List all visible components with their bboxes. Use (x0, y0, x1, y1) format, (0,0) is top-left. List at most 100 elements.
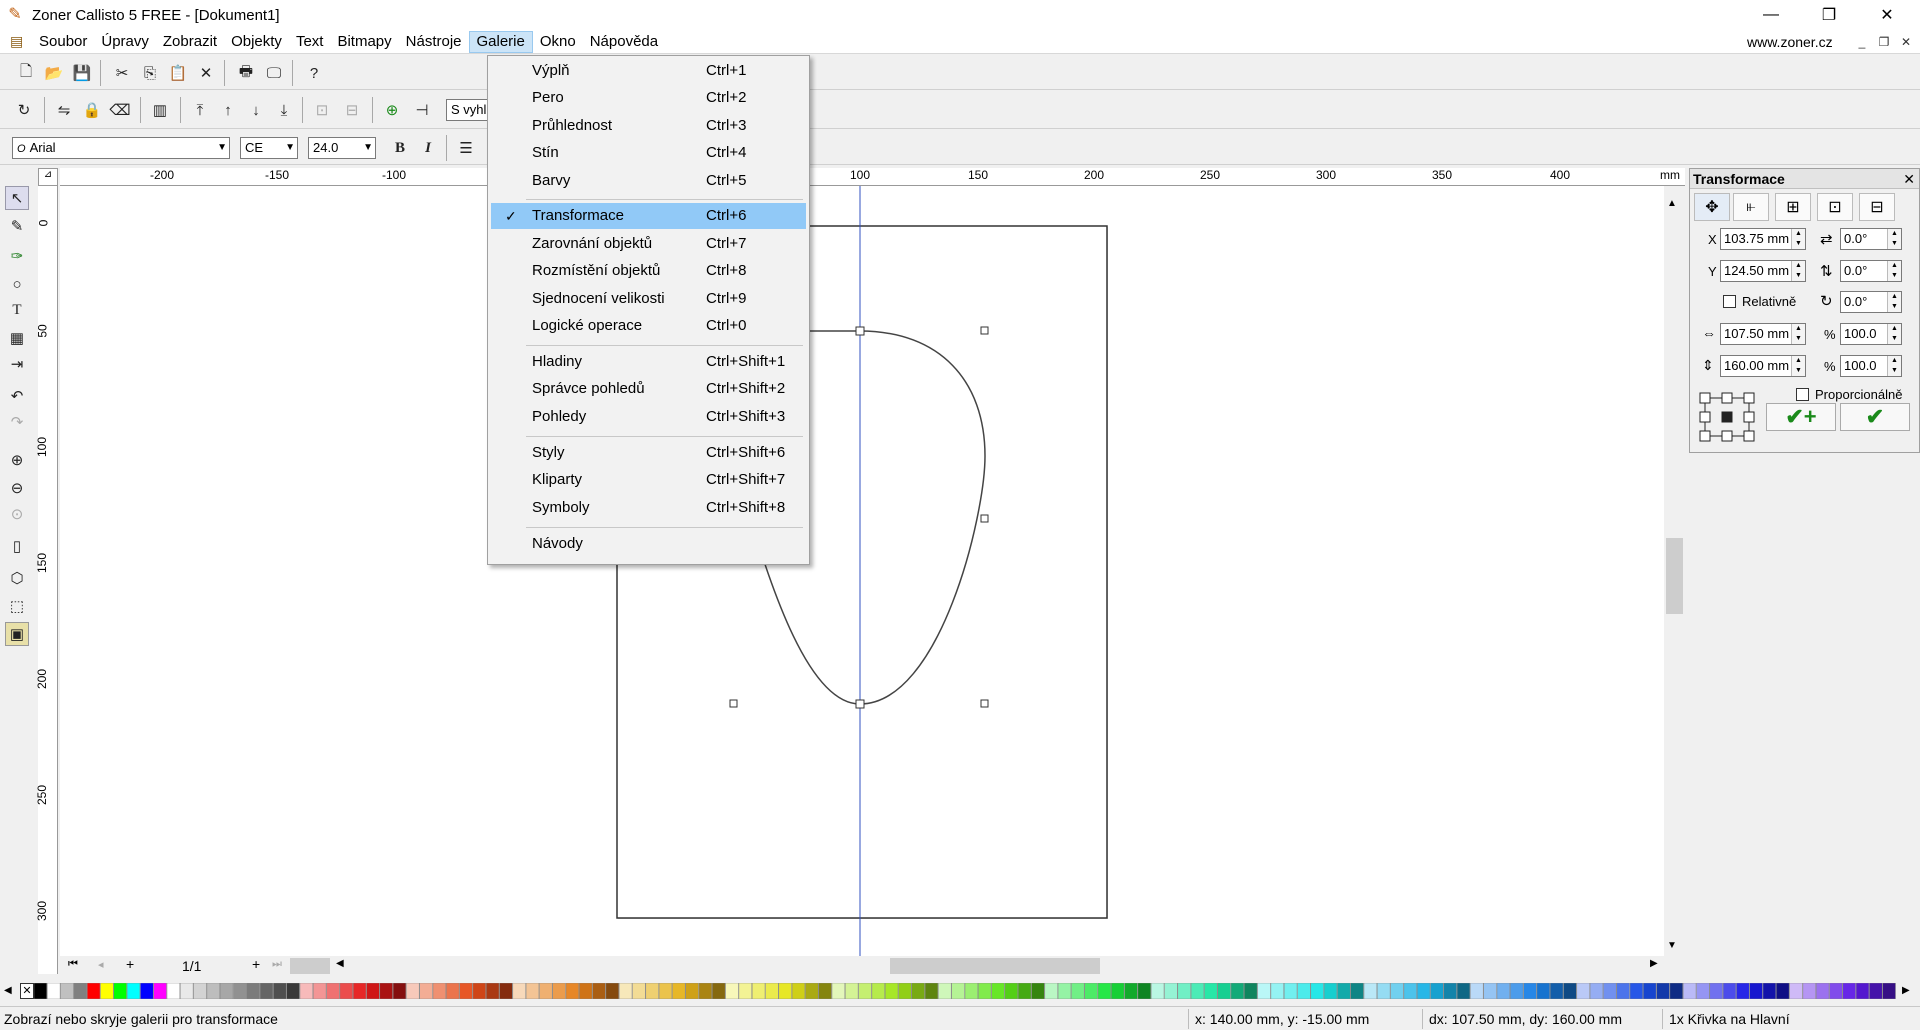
color-swatch[interactable] (313, 983, 327, 999)
mdi-restore-button[interactable]: ❐ (1874, 33, 1894, 51)
color-swatch[interactable] (1842, 983, 1856, 999)
color-swatch[interactable] (472, 983, 486, 999)
color-swatch[interactable] (1829, 983, 1843, 999)
color-swatch[interactable] (140, 983, 154, 999)
color-swatch[interactable] (672, 983, 686, 999)
menu-galerie[interactable]: Galerie (468, 30, 533, 53)
eraser-icon[interactable]: ⌫ (108, 98, 132, 122)
color-swatch[interactable] (1470, 983, 1484, 999)
color-swatch[interactable] (1017, 983, 1032, 999)
color-swatch[interactable] (286, 983, 300, 999)
add-page-icon[interactable]: + (126, 956, 134, 972)
relative-checkbox[interactable] (1723, 295, 1736, 308)
color-swatch[interactable] (1709, 983, 1723, 999)
color-swatch[interactable] (1536, 983, 1550, 999)
color-swatch[interactable] (1403, 983, 1417, 999)
color-swatch[interactable] (778, 983, 792, 999)
color-swatch[interactable] (485, 983, 500, 999)
color-swatch[interactable] (1603, 983, 1617, 999)
ellipse-icon[interactable]: ○ (5, 272, 29, 296)
color-swatch[interactable] (765, 983, 779, 999)
color-swatch[interactable] (299, 983, 314, 999)
print-icon[interactable]: 🖶 (234, 61, 258, 85)
color-swatch[interactable] (1643, 983, 1657, 999)
color-swatch[interactable] (1323, 983, 1338, 999)
color-swatch[interactable] (73, 983, 87, 999)
color-swatch[interactable] (60, 983, 74, 999)
color-swatch[interactable] (632, 983, 646, 999)
font-size-select[interactable]: 24.0 ▼ (308, 137, 376, 159)
color-swatch[interactable] (259, 983, 274, 999)
proportional-checkbox[interactable] (1796, 388, 1809, 401)
color-swatch[interactable] (1244, 983, 1258, 999)
color-swatch[interactable] (126, 983, 141, 999)
vertical-scrollbar[interactable]: ▲ ▼ (1664, 198, 1685, 958)
menu-item-pruhlednost[interactable]: Průhlednost Ctrl+3 (491, 113, 806, 139)
color-swatch[interactable] (565, 983, 580, 999)
color-swatch[interactable] (938, 983, 952, 999)
color-swatch[interactable] (1097, 983, 1112, 999)
ungroup-icon[interactable]: ⊟ (340, 98, 364, 122)
color-swatch[interactable] (193, 983, 207, 999)
text-tool-icon[interactable]: T (5, 298, 29, 322)
menu-zobrazit[interactable]: Zobrazit (156, 31, 224, 53)
color-swatch[interactable] (419, 983, 433, 999)
menu-item-hladiny[interactable]: Hladiny Ctrl+Shift+1 (491, 349, 806, 375)
color-swatch[interactable] (1736, 983, 1750, 999)
italic-button[interactable]: I (416, 136, 440, 160)
undo-icon[interactable]: ↶ (5, 384, 29, 408)
import-icon[interactable]: ⇥ (5, 352, 29, 376)
minimize-button[interactable]: — (1742, 0, 1800, 30)
color-swatch[interactable] (392, 983, 407, 999)
last-page-icon[interactable]: ⏭ (272, 958, 282, 971)
lock-icon[interactable]: 🔒 (80, 98, 104, 122)
color-swatch[interactable] (579, 983, 593, 999)
palette-left-icon[interactable]: ◀ (4, 985, 12, 996)
color-swatch[interactable] (858, 983, 872, 999)
color-swatch[interactable] (818, 983, 832, 999)
mdi-close-button[interactable]: ✕ (1896, 33, 1916, 51)
color-swatch[interactable] (805, 983, 819, 999)
color-swatch[interactable] (991, 983, 1005, 999)
copy-icon[interactable]: ⎘ (138, 61, 162, 85)
color-swatch[interactable] (34, 983, 48, 999)
color-swatch[interactable] (339, 983, 353, 999)
color-swatch[interactable] (499, 983, 513, 999)
document-icon[interactable]: ▤ (10, 33, 32, 50)
color-swatch[interactable] (100, 983, 114, 999)
skew-v-input[interactable]: 0.0° ▲ ▼ (1840, 260, 1902, 282)
color-swatch[interactable] (1137, 983, 1151, 999)
color-swatch[interactable] (86, 983, 101, 999)
page-icon[interactable]: ▥ (148, 98, 172, 122)
preview-icon[interactable]: 🖵 (262, 61, 286, 85)
color-swatch[interactable] (1496, 983, 1511, 999)
rotate-input[interactable]: 0.0° ▲ ▼ (1840, 291, 1902, 313)
menu-item-sjednoceni[interactable]: Sjednocení velikosti Ctrl+9 (491, 286, 806, 312)
color-swatch[interactable] (712, 983, 726, 999)
transform-icon[interactable]: ⬚ (5, 594, 29, 618)
color-swatch[interactable] (379, 983, 393, 999)
align-tab-icon[interactable]: ⫦ (1733, 193, 1769, 221)
rotate-icon[interactable]: ↻ (12, 98, 36, 122)
color-swatch[interactable] (1257, 983, 1271, 999)
color-swatch[interactable] (446, 983, 460, 999)
menu-bitmapy[interactable]: Bitmapy (330, 31, 398, 53)
color-swatch[interactable] (1443, 983, 1457, 999)
color-swatch[interactable] (1363, 983, 1378, 999)
color-palette[interactable]: ◀ ✕ ▶ (0, 982, 1920, 1001)
menu-item-styly[interactable]: Styly Ctrl+Shift+6 (491, 440, 806, 466)
color-swatch[interactable] (1310, 983, 1324, 999)
move-tab-icon[interactable]: ✥ (1694, 193, 1730, 221)
color-swatch[interactable] (1802, 983, 1816, 999)
bring-forward-icon[interactable]: ↑ (216, 98, 240, 122)
color-swatch[interactable] (113, 983, 127, 999)
palette-swatches[interactable] (34, 983, 1898, 999)
color-swatch[interactable] (219, 983, 234, 999)
vscroll-thumb[interactable] (1666, 538, 1683, 614)
color-swatch[interactable] (1749, 983, 1763, 999)
color-swatch[interactable] (47, 983, 61, 999)
color-swatch[interactable] (1456, 983, 1471, 999)
color-swatch[interactable] (406, 983, 420, 999)
mirror-icon[interactable]: ⇋ (52, 98, 76, 122)
color-swatch[interactable] (1204, 983, 1218, 999)
